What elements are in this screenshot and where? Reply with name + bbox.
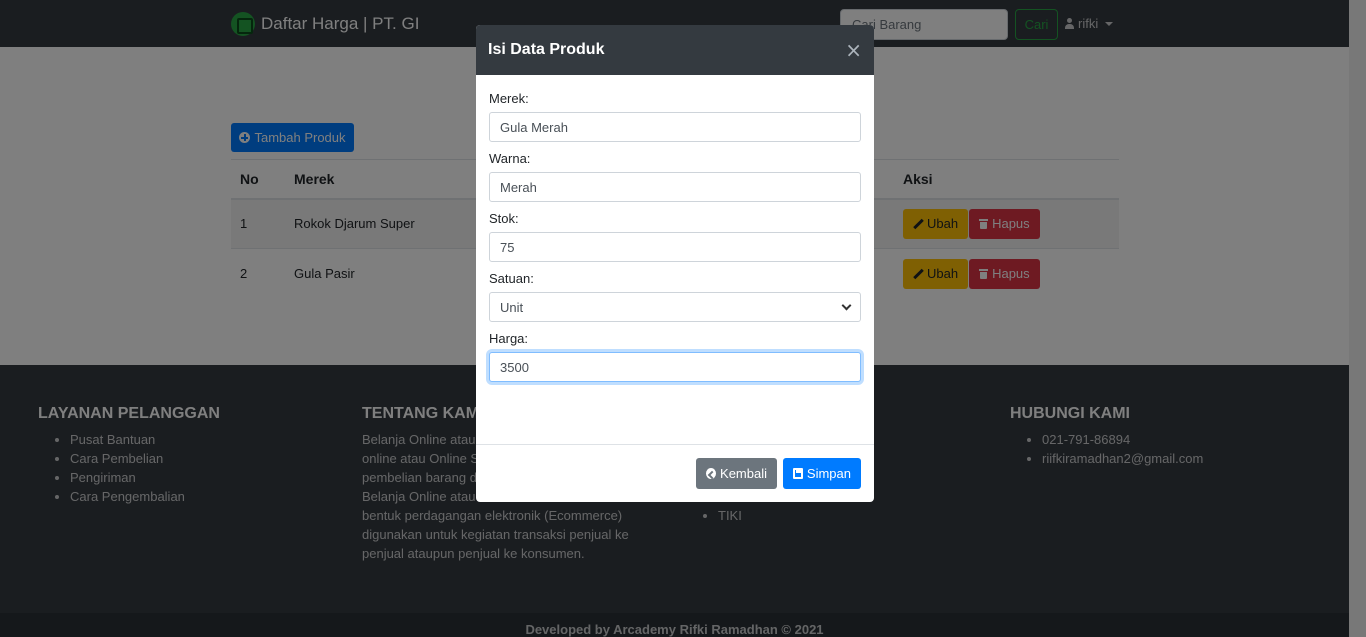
- satuan-selected-value: Unit: [500, 299, 524, 315]
- chevron-down-icon: [841, 300, 852, 310]
- field-merek: Merek: Gula Merah: [489, 91, 861, 142]
- floppy-disk-icon: [793, 468, 803, 479]
- field-satuan: Satuan: Unit: [489, 271, 861, 322]
- harga-label: Harga:: [489, 331, 529, 346]
- back-label: Kembali: [720, 466, 767, 481]
- warna-input[interactable]: Merah: [489, 172, 861, 202]
- field-stok: Stok: 75: [489, 211, 861, 262]
- modal-body: Merek: Gula Merah Warna: Merah Stok: 75 …: [476, 75, 874, 382]
- modal-header: Isi Data Produk ×: [476, 25, 874, 75]
- satuan-select[interactable]: Unit: [489, 292, 861, 322]
- arrow-left-circle-icon: [706, 468, 717, 479]
- close-icon[interactable]: ×: [845, 40, 862, 60]
- save-label: Simpan: [806, 466, 851, 481]
- merek-input[interactable]: Gula Merah: [489, 112, 861, 142]
- save-button[interactable]: Simpan: [783, 458, 861, 489]
- field-harga: Harga: 3500: [489, 331, 861, 382]
- field-warna: Warna: Merah: [489, 151, 861, 202]
- stok-input[interactable]: 75: [489, 232, 861, 262]
- modal-footer: Kembali Simpan: [476, 444, 874, 502]
- modal-title: Isi Data Produk: [488, 41, 605, 58]
- stok-label: Stok:: [489, 211, 519, 226]
- satuan-label: Satuan:: [489, 271, 534, 286]
- harga-input[interactable]: 3500: [489, 352, 861, 382]
- merek-label: Merek:: [489, 91, 529, 106]
- back-button[interactable]: Kembali: [696, 458, 777, 489]
- warna-label: Warna:: [489, 151, 531, 166]
- product-modal: Isi Data Produk × Merek: Gula Merah Warn…: [476, 25, 874, 502]
